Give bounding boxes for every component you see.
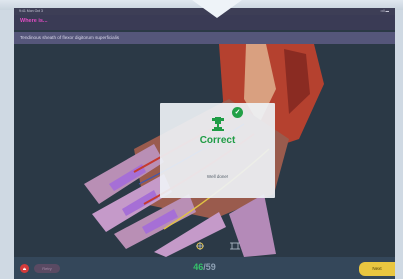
next-button[interactable]: Next <box>359 262 395 276</box>
app-screen: 9:41 Mon Oct 3 ••il ▬ Where is... Tendin… <box>14 8 395 279</box>
page-title: Where is... <box>20 18 48 24</box>
anatomy-viewer[interactable]: ✓ Correct Well done! <box>14 44 395 257</box>
progress-counter: 46/59 <box>14 262 395 272</box>
trophy-icon <box>212 117 224 131</box>
rotate-icon[interactable] <box>195 241 205 251</box>
progress-current: 46 <box>193 262 204 272</box>
status-indicators: ••il ▬ <box>380 9 389 13</box>
question-prompt: Tendinous sheath of flexor digitorum sup… <box>20 35 120 40</box>
check-icon: ✓ <box>232 107 243 118</box>
result-popup: ✓ Correct Well done! <box>160 103 275 198</box>
progress-total: 59 <box>205 262 216 272</box>
result-heading: Correct <box>199 135 236 146</box>
question-bar: Tendinous sheath of flexor digitorum sup… <box>14 32 395 44</box>
tooltip-pointer <box>192 0 242 18</box>
bottom-bar: ⏏ Retry 46/59 <box>14 257 395 279</box>
status-time: 9:41 Mon Oct 3 <box>19 9 43 13</box>
result-message: Well done! <box>206 174 229 179</box>
fit-view-icon[interactable] <box>230 241 240 251</box>
